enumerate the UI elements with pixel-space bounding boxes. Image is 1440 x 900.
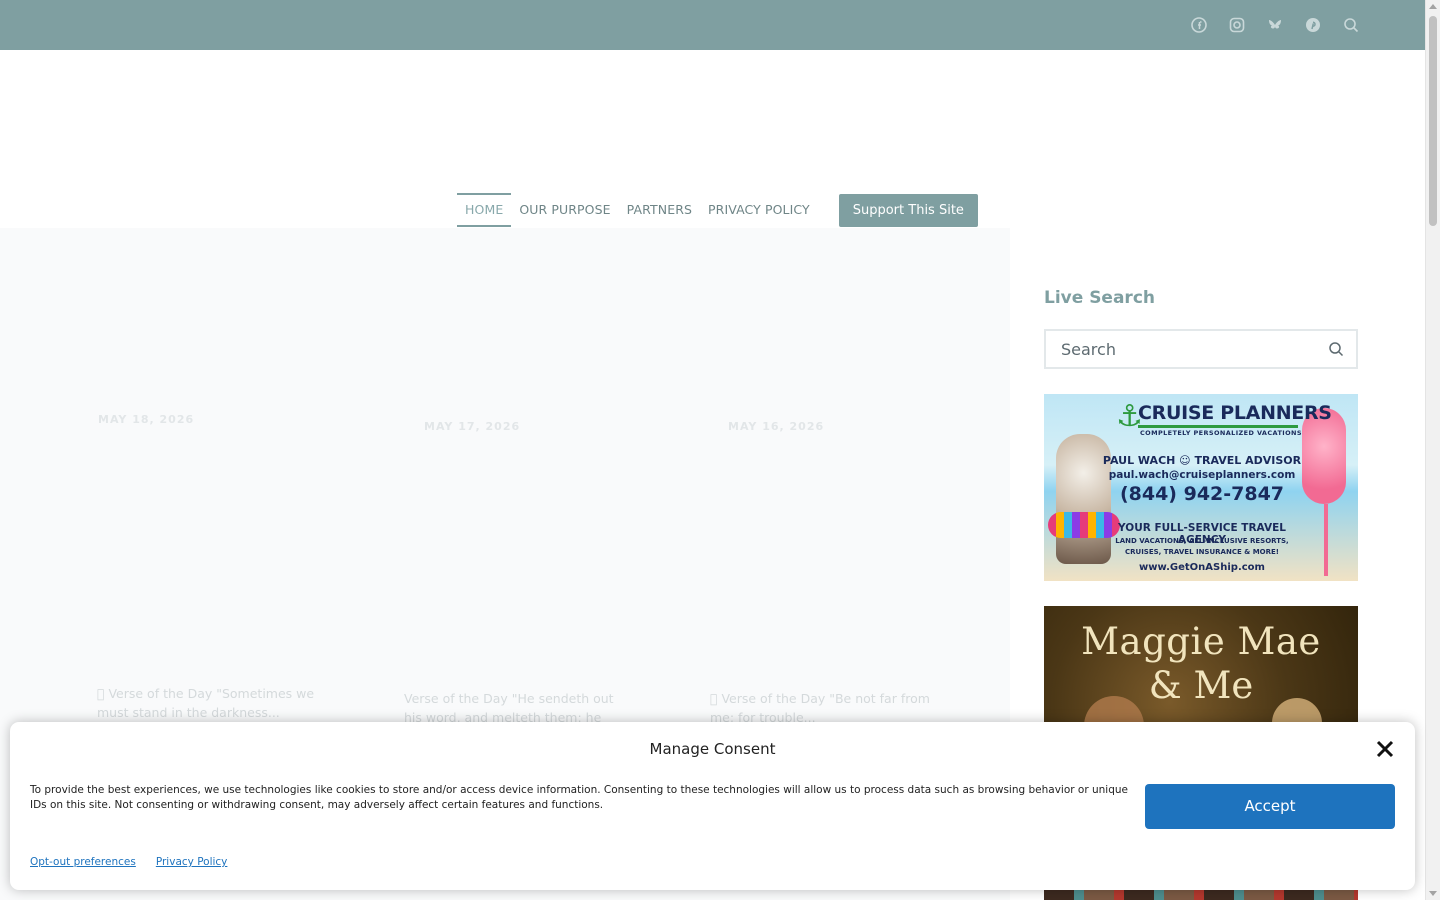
consent-links: Opt-out preferences Privacy Policy [30, 856, 227, 868]
book-title-line1: Maggie Mae [1081, 620, 1321, 663]
ad-tagline: COMPLETELY PERSONALIZED VACATIONS [1140, 429, 1302, 437]
maggie-mae-book-ad[interactable]: Maggie Mae & Me [1044, 606, 1358, 726]
ad-agent: PAUL WACH ☺ TRAVEL ADVISOR [1102, 454, 1302, 467]
ad-email: paul.wach@cruiseplanners.com [1108, 469, 1296, 481]
page-scrollbar[interactable] [1425, 0, 1440, 900]
post-excerpt[interactable]:   Verse of the Day "Sometimes we must st… [97, 684, 327, 722]
live-search-title: Live Search [1044, 288, 1155, 308]
instagram-icon[interactable] [1229, 17, 1245, 33]
accept-button[interactable]: Accept [1145, 784, 1395, 829]
nav-item-home[interactable]: HOME [457, 193, 512, 227]
scroll-up-arrow-icon[interactable] [1429, 4, 1437, 9]
top-bar [0, 0, 1425, 50]
ad-services: LAND VACATIONS, ALL-INCLUSIVE RESORTS, C… [1115, 537, 1289, 556]
search-icon[interactable] [1328, 341, 1344, 357]
support-this-site-button[interactable]: Support This Site [838, 193, 978, 227]
ad-brand: CRUISE PLANNERS [1138, 402, 1332, 424]
search-placeholder: Search [1061, 340, 1116, 359]
scroll-down-arrow-icon[interactable] [1429, 891, 1437, 896]
post-date: MAY 18, 2026 [98, 413, 195, 426]
close-icon[interactable] [1375, 739, 1395, 759]
ad-url: www.GetOnAShip.com [1139, 562, 1265, 573]
consent-title: Manage Consent [649, 740, 776, 758]
flamingo-legs [1324, 504, 1328, 576]
bluesky-icon[interactable] [1267, 17, 1283, 33]
consent-modal: Manage Consent To provide the best exper… [10, 722, 1415, 890]
ad-phone: (844) 942-7847 [1119, 483, 1285, 505]
cruise-planners-ad[interactable]: ⚓ CRUISE PLANNERS COMPLETELY PERSONALIZE… [1044, 394, 1358, 581]
post-date: MAY 16, 2026 [728, 420, 825, 433]
nav-item-our-purpose[interactable]: OUR PURPOSE [511, 193, 618, 227]
post-date: MAY 17, 2026 [424, 420, 521, 433]
search-input[interactable]: Search [1044, 329, 1358, 369]
book-title-line2: & Me [1148, 664, 1254, 707]
main-nav: HOME OUR PURPOSE PARTNERS PRIVACY POLICY… [457, 192, 978, 228]
nav-item-partners[interactable]: PARTNERS [619, 193, 700, 227]
privacy-policy-link[interactable]: Privacy Policy [156, 856, 228, 868]
pinterest-icon[interactable] [1305, 17, 1321, 33]
nav-item-privacy-policy[interactable]: PRIVACY POLICY [700, 193, 818, 227]
opt-out-preferences-link[interactable]: Opt-out preferences [30, 856, 136, 868]
consent-text: To provide the best experiences, we use … [30, 784, 1128, 811]
scrollbar-thumb[interactable] [1429, 16, 1437, 226]
search-icon[interactable] [1343, 17, 1359, 33]
page: HOME OUR PURPOSE PARTNERS PRIVACY POLICY… [0, 0, 1440, 900]
social-icons [1191, 17, 1359, 33]
ad-brand-bar [1138, 425, 1298, 428]
facebook-icon[interactable] [1191, 17, 1207, 33]
